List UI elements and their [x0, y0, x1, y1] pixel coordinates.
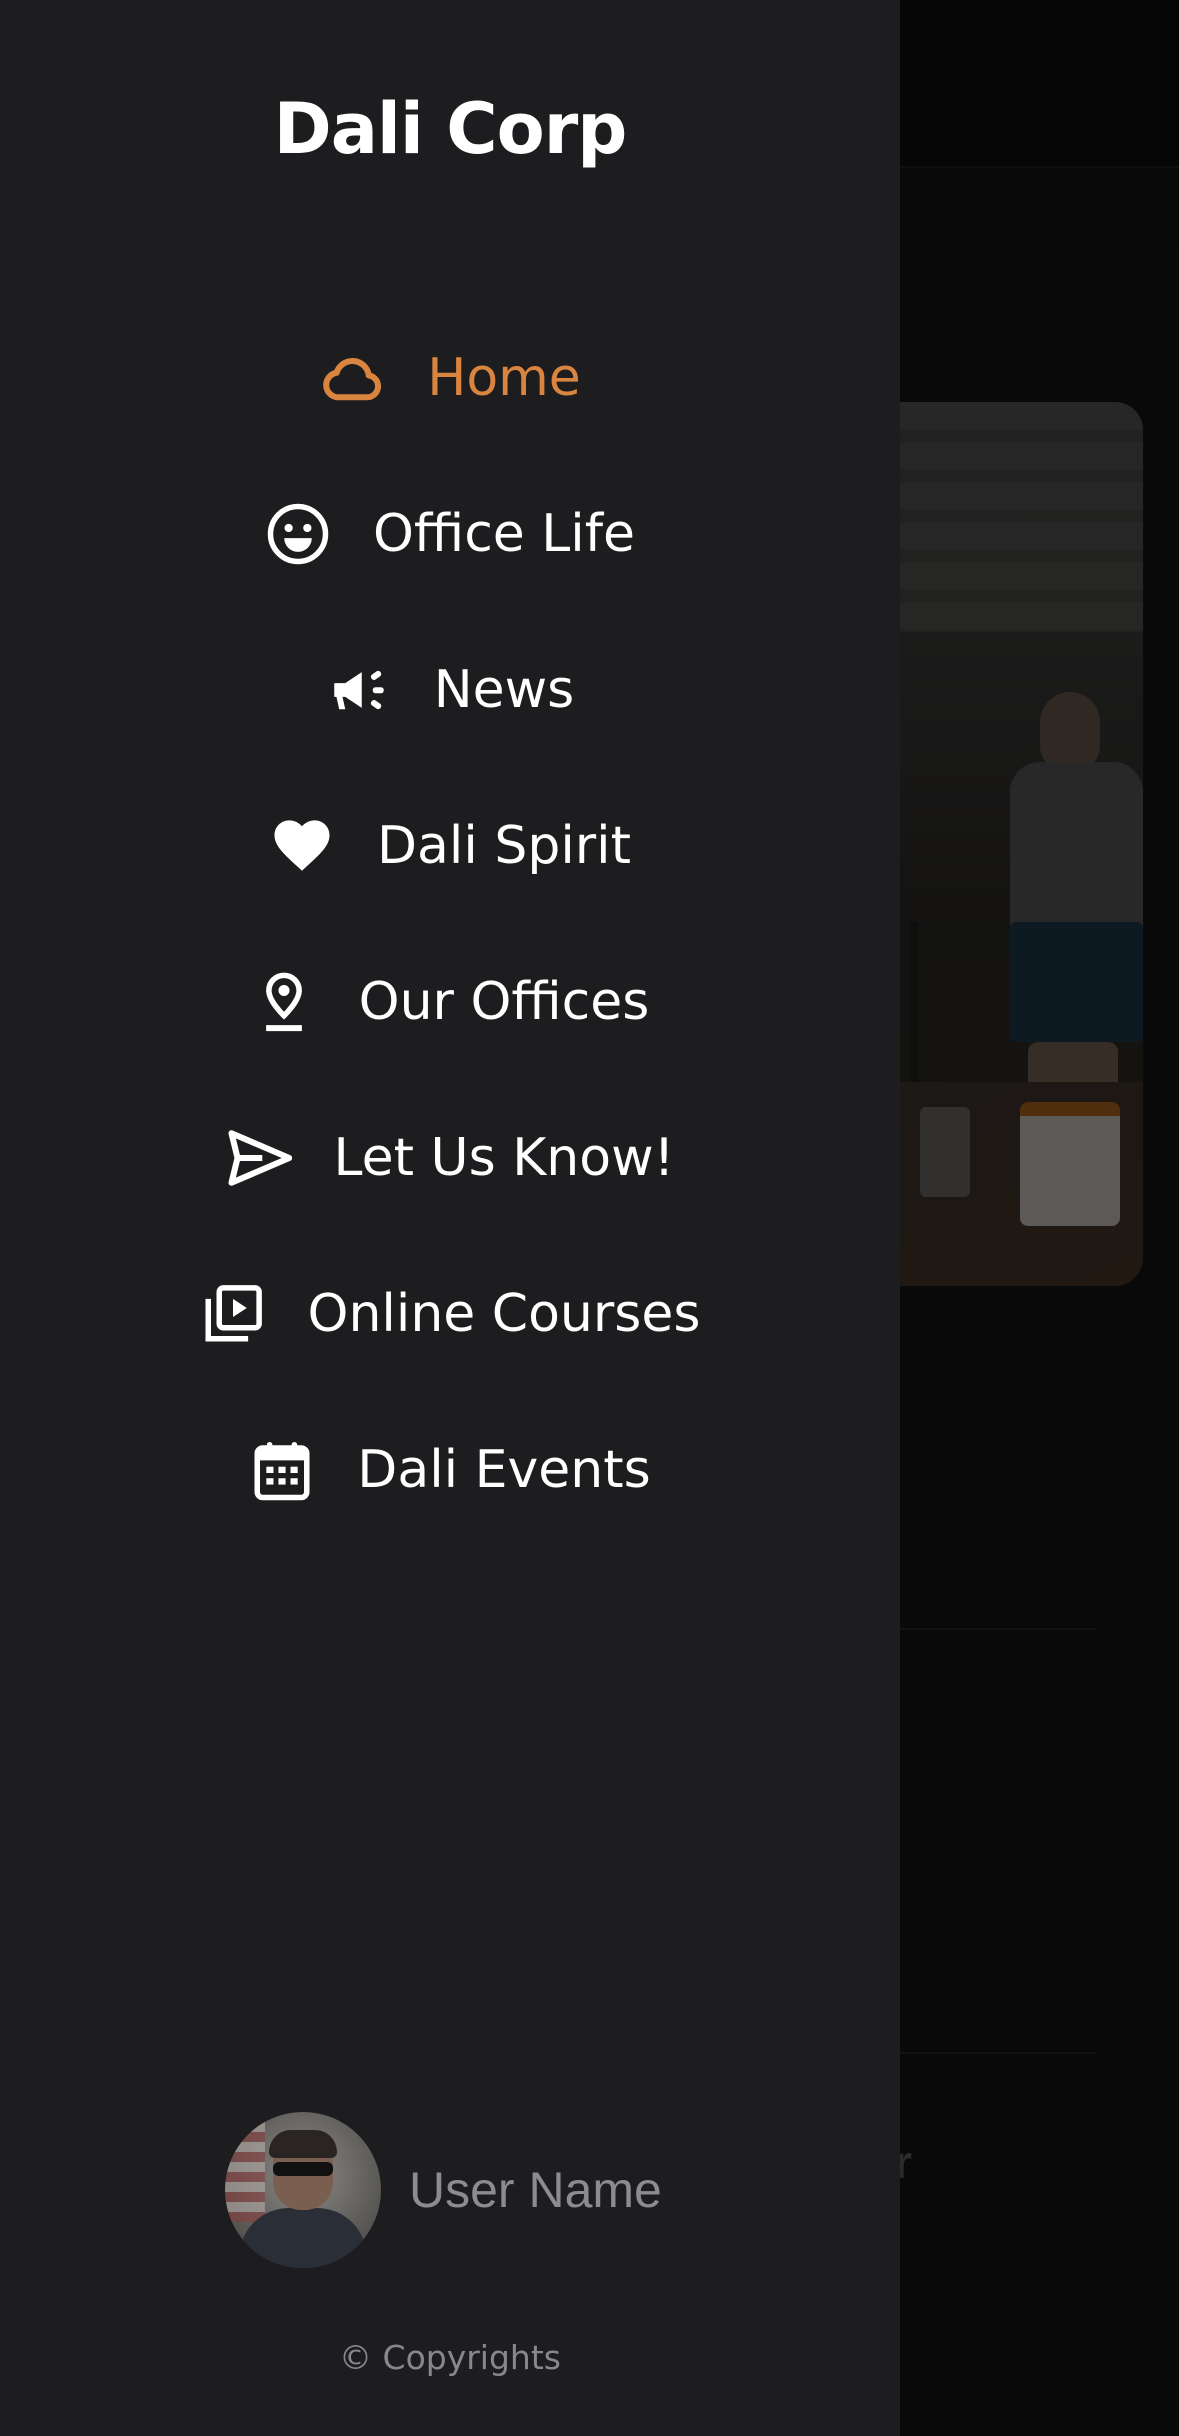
map-pin-icon	[251, 969, 317, 1035]
smiley-icon	[265, 501, 331, 567]
menu-item-label: Dali Events	[357, 1440, 651, 1500]
app-screen: ur Dali Corp Home	[0, 0, 1179, 2436]
user-profile[interactable]: User Name	[225, 2110, 662, 2270]
menu-item-label: Dali Spirit	[376, 816, 631, 876]
user-name: User Name	[409, 2162, 662, 2218]
menu-item-news[interactable]: News	[0, 612, 900, 768]
menu-item-label: Our Offices	[358, 972, 650, 1032]
menu-item-office-life[interactable]: Office Life	[0, 456, 900, 612]
heart-icon	[269, 813, 335, 879]
drawer-menu: Home Office Life News Dali Spirit Our Of…	[0, 300, 900, 1548]
menu-item-dali-spirit[interactable]: Dali Spirit	[0, 768, 900, 924]
menu-item-let-us-know[interactable]: Let Us Know!	[0, 1080, 900, 1236]
video-library-icon	[200, 1281, 266, 1347]
menu-item-label: Let Us Know!	[333, 1128, 675, 1188]
send-icon	[226, 1125, 292, 1191]
copyright-text: © Copyrights	[339, 2338, 561, 2377]
menu-item-dali-events[interactable]: Dali Events	[0, 1392, 900, 1548]
cloud-icon	[319, 345, 385, 411]
menu-item-home[interactable]: Home	[0, 300, 900, 456]
menu-item-online-courses[interactable]: Online Courses	[0, 1236, 900, 1392]
calendar-icon	[249, 1437, 315, 1503]
avatar[interactable]	[225, 2112, 381, 2268]
drawer-title: Dali Corp	[273, 88, 628, 170]
navigation-drawer: Dali Corp Home Office Life News Dali Spi…	[0, 0, 900, 2436]
menu-item-label: Office Life	[372, 504, 636, 564]
menu-item-label: Home	[427, 348, 581, 408]
menu-item-label: Online Courses	[307, 1284, 701, 1344]
megaphone-icon	[326, 657, 392, 723]
menu-item-label: News	[433, 660, 575, 720]
menu-item-our-offices[interactable]: Our Offices	[0, 924, 900, 1080]
